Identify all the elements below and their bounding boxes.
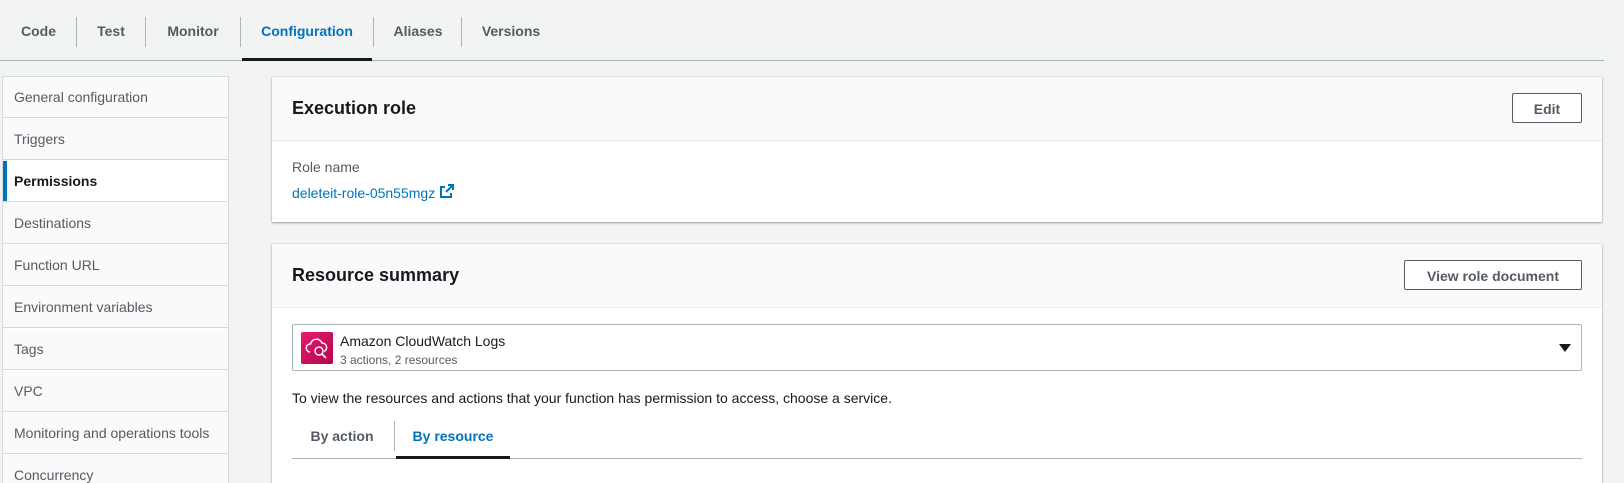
sidebar-item-general-configuration[interactable]: General configuration bbox=[3, 77, 228, 118]
tab-configuration[interactable]: Configuration bbox=[242, 0, 372, 61]
tab-by-resource[interactable]: By resource bbox=[396, 414, 510, 459]
sidebar-item-monitoring-tools[interactable]: Monitoring and operations tools bbox=[3, 413, 228, 454]
resource-summary-panel: Resource summary View role document Amaz… bbox=[272, 244, 1602, 483]
resource-view-tabs: By action By resource bbox=[292, 414, 1582, 459]
resource-summary-header: Resource summary View role document bbox=[272, 244, 1602, 308]
cloudwatch-logs-icon bbox=[301, 332, 333, 364]
function-tabs: Code Test Monitor Configuration Aliases … bbox=[0, 0, 1604, 61]
service-selector[interactable]: Amazon CloudWatch Logs 3 actions, 2 reso… bbox=[292, 324, 1582, 371]
service-name: Amazon CloudWatch Logs bbox=[340, 333, 506, 349]
sidebar-item-vpc[interactable]: VPC bbox=[3, 371, 228, 412]
tab-versions[interactable]: Versions bbox=[462, 0, 560, 60]
execution-role-header: Execution role Edit bbox=[272, 77, 1602, 141]
role-name-link[interactable]: deleteit-role-05n55mgz bbox=[292, 183, 455, 202]
sidebar-item-function-url[interactable]: Function URL bbox=[3, 245, 228, 286]
caret-down-icon bbox=[1559, 344, 1571, 352]
resource-summary-title: Resource summary bbox=[292, 265, 460, 285]
execution-role-panel: Execution role Edit Role name deleteit-r… bbox=[272, 77, 1602, 222]
tab-code[interactable]: Code bbox=[0, 0, 77, 60]
service-details: 3 actions, 2 resources bbox=[340, 353, 458, 367]
execution-role-title: Execution role bbox=[292, 98, 417, 118]
tab-monitor[interactable]: Monitor bbox=[146, 0, 240, 60]
tab-divider bbox=[394, 421, 395, 451]
sidebar-item-triggers[interactable]: Triggers bbox=[3, 119, 228, 160]
role-name-label: Role name bbox=[292, 159, 360, 175]
sidebar-item-environment-variables[interactable]: Environment variables bbox=[3, 287, 228, 328]
tab-test[interactable]: Test bbox=[77, 0, 145, 60]
tab-divider bbox=[240, 17, 241, 47]
sidebar-item-concurrency[interactable]: Concurrency bbox=[3, 455, 228, 483]
sidebar-item-permissions[interactable]: Permissions bbox=[3, 161, 228, 202]
tab-aliases[interactable]: Aliases bbox=[374, 0, 462, 60]
sidebar-item-tags[interactable]: Tags bbox=[3, 329, 228, 370]
lambda-configuration-page: Code Test Monitor Configuration Aliases … bbox=[0, 0, 1624, 483]
configuration-sidebar: General configuration Triggers Permissio… bbox=[2, 76, 229, 483]
sidebar-item-destinations[interactable]: Destinations bbox=[3, 203, 228, 244]
view-role-document-button[interactable]: View role document bbox=[1404, 260, 1582, 290]
help-text: To view the resources and actions that y… bbox=[292, 390, 892, 406]
role-name-value: deleteit-role-05n55mgz bbox=[292, 184, 436, 201]
tab-by-action[interactable]: By action bbox=[292, 414, 392, 458]
edit-button[interactable]: Edit bbox=[1512, 93, 1582, 123]
external-link-icon bbox=[439, 183, 455, 202]
